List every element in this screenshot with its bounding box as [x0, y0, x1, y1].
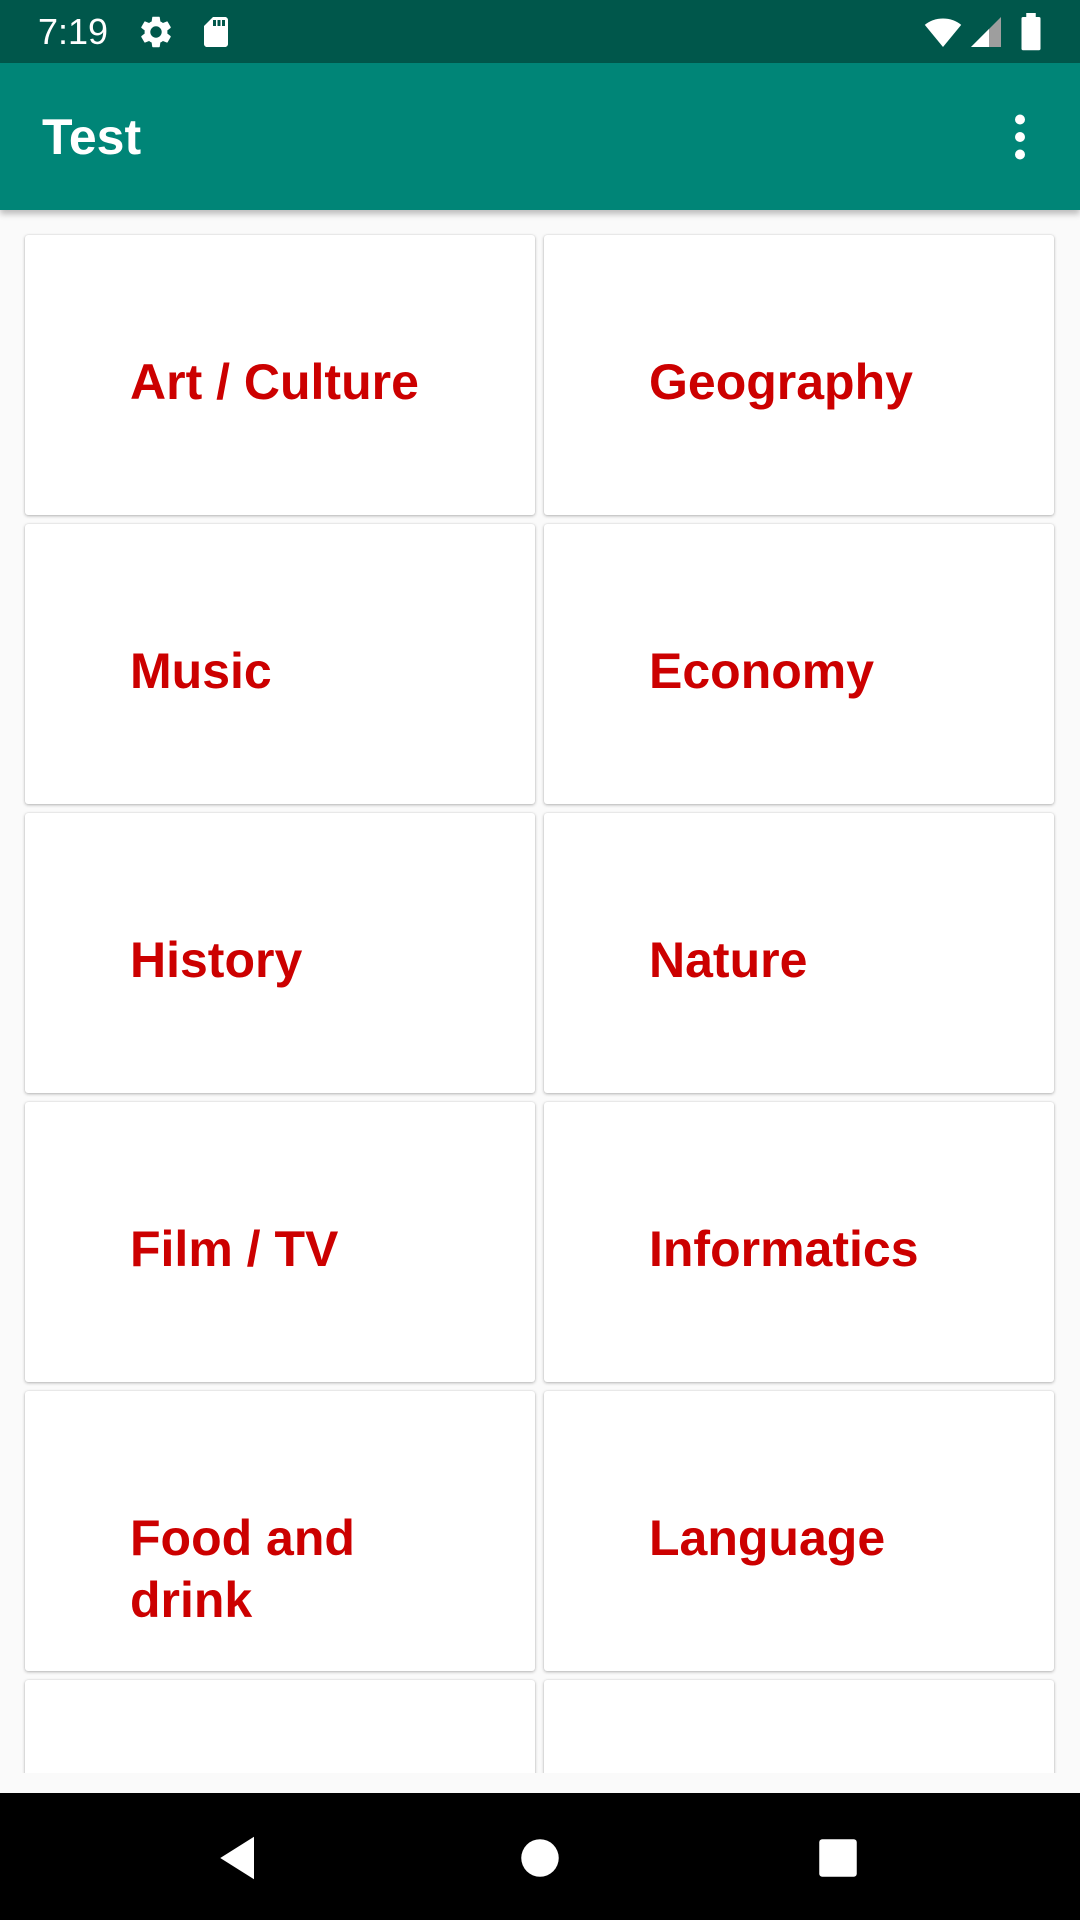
signal-icon	[968, 13, 1004, 56]
battery-icon	[1018, 13, 1044, 56]
category-label: History	[130, 932, 303, 988]
more-vert-icon[interactable]	[990, 107, 1050, 167]
gear-icon	[137, 13, 175, 56]
category-card-geography[interactable]: Geography	[544, 235, 1054, 515]
category-card-partial-left[interactable]	[25, 1680, 535, 1773]
category-label: Art / Culture	[130, 354, 419, 410]
category-label: Music	[130, 643, 272, 699]
category-card-film-tv[interactable]: Film / TV	[25, 1102, 535, 1382]
category-card-informatics[interactable]: Informatics	[544, 1102, 1054, 1382]
app-bar: Test	[0, 63, 1080, 210]
category-card-art-culture[interactable]: Art / Culture	[25, 235, 535, 515]
category-card-language[interactable]: Language	[544, 1391, 1054, 1671]
category-label: Geography	[649, 354, 913, 410]
category-label: Film / TV	[130, 1221, 339, 1277]
category-grid: Art / Culture Geography Music Economy Hi…	[25, 235, 1055, 1773]
category-label: Nature	[649, 932, 808, 988]
navigation-bar	[0, 1793, 1080, 1920]
category-card-partial-right[interactable]	[544, 1680, 1054, 1773]
status-bar: 7:19	[0, 0, 1080, 63]
category-label: Language	[649, 1510, 886, 1566]
back-icon[interactable]	[209, 1828, 269, 1888]
sd-card-icon	[198, 13, 234, 56]
category-card-economy[interactable]: Economy	[544, 524, 1054, 804]
app-title: Test	[42, 109, 142, 165]
category-label: Food and drink	[130, 1510, 355, 1628]
category-label: Economy	[649, 643, 875, 699]
category-card-food-and-drink[interactable]: Food and drink	[25, 1391, 535, 1671]
recents-icon[interactable]	[808, 1828, 868, 1888]
wifi-icon	[922, 13, 964, 56]
category-card-history[interactable]: History	[25, 813, 535, 1093]
category-label: Informatics	[649, 1221, 919, 1277]
status-time: 7:19	[38, 11, 109, 52]
category-card-nature[interactable]: Nature	[544, 813, 1054, 1093]
category-list[interactable]: Art / Culture Geography Music Economy Hi…	[0, 210, 1080, 1773]
home-icon[interactable]	[510, 1828, 570, 1888]
category-card-music[interactable]: Music	[25, 524, 535, 804]
